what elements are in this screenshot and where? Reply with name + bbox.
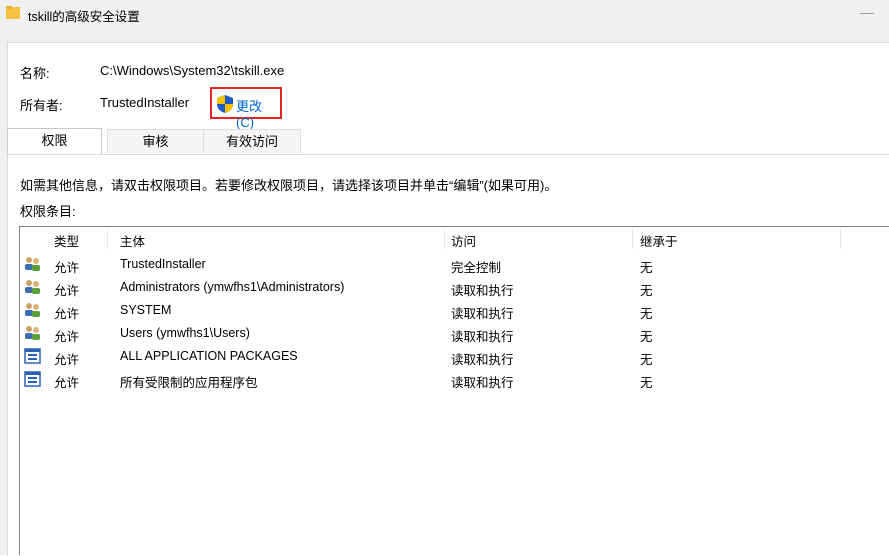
change-owner-label[interactable]: 更改(C) <box>236 96 280 130</box>
table-row[interactable]: 允许 SYSTEM 读取和执行 无 <box>20 299 889 322</box>
owner-value: TrustedInstaller <box>100 95 190 110</box>
window-title: tskill的高级安全设置 <box>28 10 140 24</box>
column-header-principal[interactable]: 主体 <box>120 231 145 250</box>
row-inherited: 无 <box>640 353 653 367</box>
minimize-button[interactable]: — <box>859 4 875 20</box>
row-inherited: 无 <box>640 284 653 298</box>
row-type: 允许 <box>54 353 80 367</box>
table-row[interactable]: 允许 Administrators (ymwfhs1\Administrator… <box>20 276 889 299</box>
entries-label: 权限条目: <box>20 204 76 219</box>
owner-label: 所有者: <box>20 98 63 113</box>
tab-effective-access-label: 有效访问 <box>225 134 278 149</box>
tab-effective-access[interactable]: 有效访问 <box>203 129 301 153</box>
row-access: 读取和执行 <box>451 353 514 367</box>
table-row[interactable]: 允许 所有受限制的应用程序包 读取和执行 无 <box>20 368 889 391</box>
name-value: C:\Windows\System32\tskill.exe <box>100 63 285 78</box>
row-type: 允许 <box>54 330 80 344</box>
user-group-icon <box>25 257 40 271</box>
table-row[interactable]: 允许 Users (ymwfhs1\Users) 读取和执行 无 <box>20 322 889 345</box>
instructions-text: 如需其他信息，请双击权限项目。若要修改权限项目，请选择该项目并单击“编辑”(如果… <box>20 178 558 193</box>
change-owner-link[interactable]: 更改(C) <box>210 87 282 130</box>
tab-auditing[interactable]: 审核 <box>107 129 204 153</box>
column-divider[interactable] <box>632 229 633 249</box>
column-divider[interactable] <box>444 229 445 249</box>
row-inherited: 无 <box>640 376 653 390</box>
row-access: 读取和执行 <box>451 330 514 344</box>
row-inherited: 无 <box>640 261 653 275</box>
row-inherited: 无 <box>640 307 653 321</box>
column-header-type[interactable]: 类型 <box>54 231 79 250</box>
row-principal: SYSTEM <box>120 303 172 317</box>
column-header-access[interactable]: 访问 <box>451 231 476 250</box>
row-principal: 所有受限制的应用程序包 <box>120 376 258 390</box>
folder-icon <box>6 6 20 19</box>
row-inherited: 无 <box>640 330 653 344</box>
user-group-icon <box>25 280 40 294</box>
column-divider[interactable] <box>107 229 108 249</box>
tab-strip: 权限 审核 有效访问 <box>7 128 889 155</box>
table-row[interactable]: 允许 TrustedInstaller 完全控制 无 <box>20 253 889 276</box>
list-header: 类型 主体 访问 继承于 <box>20 227 889 251</box>
row-access: 读取和执行 <box>451 307 514 321</box>
table-row[interactable]: 允许 ALL APPLICATION PACKAGES 读取和执行 无 <box>20 345 889 368</box>
name-label: 名称: <box>20 66 50 81</box>
row-type: 允许 <box>54 284 80 298</box>
uac-shield-icon <box>217 95 233 113</box>
row-access: 完全控制 <box>451 261 502 275</box>
title-bar: tskill的高级安全设置 — <box>0 0 889 29</box>
user-group-icon <box>25 303 40 317</box>
column-divider[interactable] <box>840 229 841 249</box>
permission-entries-list[interactable]: 类型 主体 访问 继承于 允许 TrustedInstaller 完全控制 无 … <box>19 226 889 555</box>
row-type: 允许 <box>54 307 80 321</box>
row-principal: Administrators (ymwfhs1\Administrators) <box>120 280 345 294</box>
column-header-inherited[interactable]: 继承于 <box>640 231 678 250</box>
row-principal: Users (ymwfhs1\Users) <box>120 326 250 340</box>
tab-permissions-label: 权限 <box>41 133 68 148</box>
tab-auditing-label: 审核 <box>142 134 169 149</box>
row-access: 读取和执行 <box>451 376 514 390</box>
row-type: 允许 <box>54 376 80 390</box>
row-access: 读取和执行 <box>451 284 514 298</box>
row-type: 允许 <box>54 261 80 275</box>
row-principal: TrustedInstaller <box>120 257 206 271</box>
row-principal: ALL APPLICATION PACKAGES <box>120 349 298 363</box>
tab-permissions[interactable]: 权限 <box>7 128 102 154</box>
app-package-icon <box>24 371 41 387</box>
user-group-icon <box>25 326 40 340</box>
app-package-icon <box>24 348 41 364</box>
